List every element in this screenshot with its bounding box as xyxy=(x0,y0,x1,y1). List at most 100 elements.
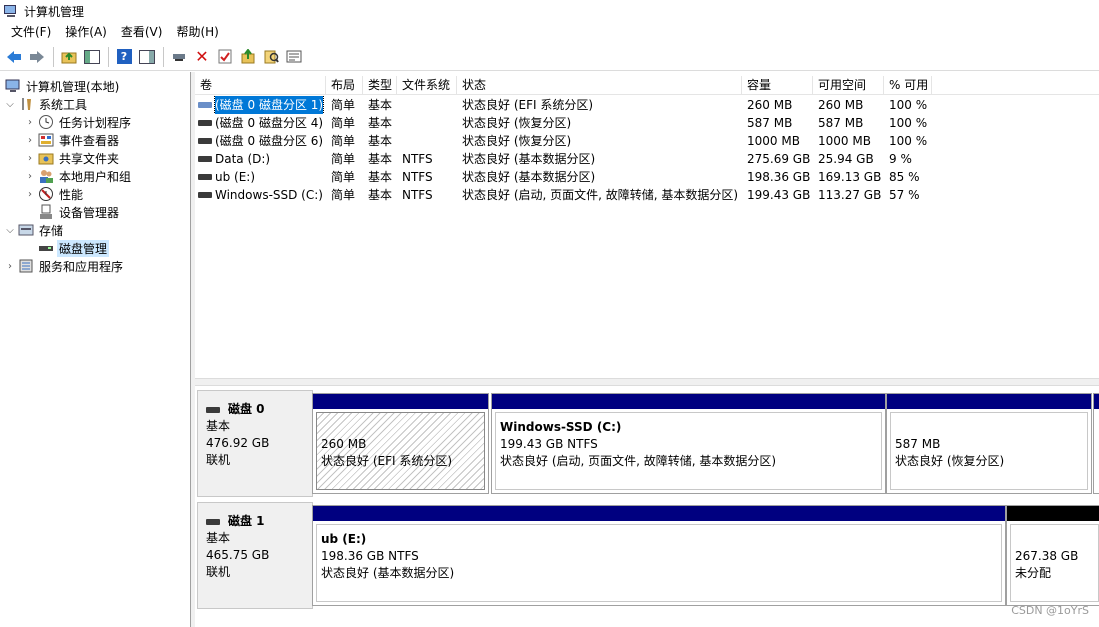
partition-name: ub (E:) xyxy=(321,532,367,546)
disk-1-info[interactable]: 磁盘 1 基本 465.75 GB 联机 xyxy=(197,502,313,609)
tree-item-services-apps[interactable]: › 服务和应用程序 xyxy=(4,257,125,275)
volume-list: 卷 布局 类型 文件系统 状态 容量 可用空间 % 可用 (磁盘 0 磁盘分区 … xyxy=(195,76,1099,376)
partition-body: 260 MB 状态良好 (EFI 系统分区) xyxy=(316,412,485,490)
event-viewer-icon xyxy=(38,132,54,148)
disk-name: 磁盘 0 xyxy=(228,402,265,416)
chevron-right-icon[interactable]: › xyxy=(24,171,36,182)
list-header: 卷 布局 类型 文件系统 状态 容量 可用空间 % 可用 xyxy=(195,76,1099,95)
check-icon[interactable] xyxy=(214,46,236,68)
partition-status: 状态良好 (EFI 系统分区) xyxy=(321,454,453,468)
table-row[interactable]: Data (D:) 简单 基本 NTFS 状态良好 (基本数据分区) 275.6… xyxy=(195,150,932,168)
partition-bar xyxy=(887,394,1091,409)
disk-management-icon xyxy=(38,240,54,256)
tree-item-disk-management[interactable]: 磁盘管理 xyxy=(36,239,110,257)
action-pane-icon[interactable] xyxy=(136,46,158,68)
chevron-down-icon[interactable]: ⌵ xyxy=(4,99,16,110)
table-row[interactable]: Windows-SSD (C:) 简单 基本 NTFS 状态良好 (启动, 页面… xyxy=(195,186,932,204)
table-row[interactable]: (磁盘 0 磁盘分区 1) 简单 基本 状态良好 (EFI 系统分区) 260 … xyxy=(195,96,932,114)
menu-help[interactable]: 帮助(H) xyxy=(169,23,225,42)
watermark: CSDN @1oYrS xyxy=(1011,604,1089,617)
column-status[interactable]: 状态 xyxy=(457,76,742,95)
column-type[interactable]: 类型 xyxy=(363,76,397,95)
disk-icon xyxy=(206,518,220,525)
menu-bar: 文件(F) 操作(A) 查看(V) 帮助(H) xyxy=(0,22,1099,43)
partition-status: 未分配 xyxy=(1015,566,1052,580)
partition-ub[interactable]: ub (E:) 198.36 GB NTFS 状态良好 (基本数据分区) xyxy=(312,505,1006,606)
disk-graph-view: 磁盘 0 基本 476.92 GB 联机 260 MB 状态良好 (EFI 系统… xyxy=(195,386,1099,627)
disk-state: 联机 xyxy=(206,565,231,579)
chevron-right-icon[interactable]: › xyxy=(24,135,36,146)
users-icon xyxy=(38,168,54,184)
tree-item-shared-folders[interactable]: › 共享文件夹 xyxy=(24,149,121,167)
show-hide-tree-icon[interactable] xyxy=(81,46,103,68)
partition-size: 199.43 GB NTFS xyxy=(500,437,598,451)
partition-name: Windows-SSD (C:) xyxy=(500,420,622,434)
partition-size: 198.36 GB NTFS xyxy=(321,549,419,563)
search-icon[interactable] xyxy=(260,46,282,68)
toolbar-separator xyxy=(53,46,54,67)
menu-action[interactable]: 操作(A) xyxy=(58,23,114,42)
partition-body: Windows-SSD (C:) 199.43 GB NTFS 状态良好 (启动… xyxy=(495,412,882,490)
partition-more[interactable] xyxy=(1093,393,1099,494)
partition-unallocated[interactable]: 267.38 GB 未分配 xyxy=(1006,505,1099,606)
storage-icon xyxy=(18,222,34,238)
tree-item-task-scheduler[interactable]: › 任务计划程序 xyxy=(24,113,133,131)
pane-splitter[interactable] xyxy=(195,378,1099,386)
help-icon[interactable]: ? xyxy=(113,46,135,68)
column-free-space[interactable]: 可用空间 xyxy=(813,76,884,95)
forward-icon[interactable] xyxy=(26,46,48,68)
disk-size: 476.92 GB xyxy=(206,436,270,450)
column-percent-free[interactable]: % 可用 xyxy=(884,76,932,95)
back-icon[interactable] xyxy=(3,46,25,68)
services-icon xyxy=(18,258,34,274)
tree-item-event-viewer[interactable]: › 事件查看器 xyxy=(24,131,121,149)
partition-status: 状态良好 (启动, 页面文件, 故障转储, 基本数据分区) xyxy=(500,454,777,468)
partition-status: 状态良好 (基本数据分区) xyxy=(321,566,455,580)
chevron-down-icon[interactable]: ⌵ xyxy=(4,225,16,236)
partition-bar xyxy=(313,506,1005,521)
chevron-right-icon[interactable]: › xyxy=(24,117,36,128)
table-row[interactable]: ub (E:) 简单 基本 NTFS 状态良好 (基本数据分区) 198.36 … xyxy=(195,168,932,186)
drive-icon xyxy=(198,120,212,126)
partition-body: 587 MB 状态良好 (恢复分区) xyxy=(890,412,1088,490)
toolbar-separator xyxy=(108,46,109,67)
export-icon[interactable] xyxy=(237,46,259,68)
connect-icon[interactable] xyxy=(168,46,190,68)
partition-efi[interactable]: 260 MB 状态良好 (EFI 系统分区) xyxy=(312,393,489,494)
disk-type: 基本 xyxy=(206,531,231,545)
table-row[interactable]: (磁盘 0 磁盘分区 4) 简单 基本 状态良好 (恢复分区) 587 MB 5… xyxy=(195,114,932,132)
tree-item-performance[interactable]: › 性能 xyxy=(24,185,85,203)
table-row[interactable]: (磁盘 0 磁盘分区 6) 简单 基本 状态良好 (恢复分区) 1000 MB … xyxy=(195,132,932,150)
drive-icon xyxy=(198,102,212,108)
menu-file[interactable]: 文件(F) xyxy=(4,23,58,42)
navigation-tree: 计算机管理(本地) ⌵ 系统工具 › 任务计划程序 › 事件查看器 › 共享文件… xyxy=(0,72,191,627)
tree-item-device-manager[interactable]: 设备管理器 xyxy=(36,203,121,221)
drive-icon xyxy=(198,192,212,198)
shared-folder-icon xyxy=(38,150,54,166)
column-capacity[interactable]: 容量 xyxy=(742,76,813,95)
device-manager-icon xyxy=(38,204,54,220)
tree-item-system-tools[interactable]: ⌵ 系统工具 xyxy=(4,95,89,113)
column-volume[interactable]: 卷 xyxy=(195,76,326,95)
chevron-right-icon[interactable]: › xyxy=(4,261,16,272)
chevron-right-icon[interactable]: › xyxy=(24,189,36,200)
column-filesystem[interactable]: 文件系统 xyxy=(397,76,457,95)
properties-icon[interactable] xyxy=(283,46,305,68)
tree-item-local-users[interactable]: › 本地用户和组 xyxy=(24,167,133,185)
partition-size: 587 MB xyxy=(895,437,941,451)
title-bar: 计算机管理 xyxy=(0,0,1099,22)
partition-recovery[interactable]: 587 MB 状态良好 (恢复分区) xyxy=(886,393,1092,494)
partition-bar xyxy=(1007,506,1099,521)
disk-icon xyxy=(206,406,220,413)
delete-icon[interactable]: ✕ xyxy=(191,46,213,68)
partition-windows-ssd[interactable]: Windows-SSD (C:) 199.43 GB NTFS 状态良好 (启动… xyxy=(491,393,886,494)
up-folder-icon[interactable] xyxy=(58,46,80,68)
menu-view[interactable]: 查看(V) xyxy=(114,23,170,42)
tree-item-storage[interactable]: ⌵ 存储 xyxy=(4,221,65,239)
partition-body: 267.38 GB 未分配 xyxy=(1010,524,1099,602)
tree-item-computer-management[interactable]: 计算机管理(本地) xyxy=(3,77,121,95)
chevron-right-icon[interactable]: › xyxy=(24,153,36,164)
column-layout[interactable]: 布局 xyxy=(326,76,363,95)
disk-0-info[interactable]: 磁盘 0 基本 476.92 GB 联机 xyxy=(197,390,313,497)
partition-bar xyxy=(1094,394,1099,409)
